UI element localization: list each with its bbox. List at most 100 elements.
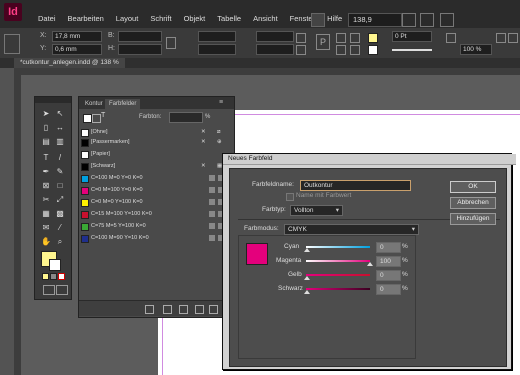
select-content-icon[interactable] [336,45,346,55]
select-container-icon[interactable] [336,33,346,43]
swatch-row[interactable]: C=0 M=0 Y=100 K=0 [81,197,231,207]
dialog-title[interactable]: Neues Farbfeld [223,154,516,165]
normal-view-icon[interactable] [43,285,55,295]
color-mode-select[interactable]: CMYK ▾ [284,224,419,235]
tone-field[interactable] [169,112,203,123]
x-field[interactable]: 17,8 mm [52,31,102,42]
pencil-tool-icon[interactable]: ✎ [55,167,65,177]
stroke-type-preview[interactable] [392,49,432,51]
menu-hilfe[interactable]: Hilfe [327,14,342,23]
apply-none-icon[interactable] [58,273,65,280]
show-color-swatches-icon[interactable] [163,305,172,314]
preview-mode-icon[interactable] [56,285,68,295]
swatch-row[interactable]: C=100 M=90 Y=10 K=0 [81,233,231,243]
note-tool-icon[interactable]: ✉ [41,223,51,233]
swatch-row[interactable]: [Schwarz] ✕ ▦ [81,161,231,171]
content-collector-icon[interactable]: ▤ [41,137,51,147]
gradient-tool-icon[interactable]: ▦ [41,209,51,219]
scale-y-field[interactable] [198,44,236,55]
scale-x-field[interactable] [198,31,236,42]
black-value[interactable]: 0 [376,284,401,295]
menu-datei[interactable]: Datei [38,14,56,23]
w-field[interactable] [118,31,162,42]
swatch-row[interactable]: [Ohne] ✕ ⧄ [81,127,231,137]
cyan-slider-thumb[interactable] [304,248,310,252]
magenta-slider-thumb[interactable] [367,262,373,266]
eyedropper-tool-icon[interactable]: ⁄ [55,223,65,233]
yellow-slider-thumb[interactable] [304,276,310,280]
swatch-name-input[interactable]: Outkontur [300,180,411,191]
flip-icon[interactable] [296,45,306,55]
yellow-slider[interactable] [306,274,370,276]
add-button[interactable]: Hinzufügen [450,213,496,225]
yellow-value[interactable]: 0 [376,270,401,281]
direct-selection-tool-icon[interactable]: ↖ [55,109,65,119]
fitting-icon[interactable] [496,33,506,43]
arrange-documents-icon[interactable] [440,13,454,27]
swatch-row[interactable]: C=100 M=0 Y=0 K=0 [81,173,231,183]
line-tool-icon[interactable]: / [55,153,65,163]
menu-tabelle[interactable]: Tabelle [217,14,241,23]
fill-stroke-icon[interactable] [83,114,92,123]
black-slider[interactable] [306,288,370,290]
panel-menu-icon[interactable]: ≡ [219,99,223,106]
free-transform-tool-icon[interactable]: ⤢ [55,195,65,205]
ok-button[interactable]: OK [450,181,496,193]
apply-gradient-icon[interactable] [50,273,57,280]
stroke-color-swatch[interactable] [49,259,61,271]
menu-layout[interactable]: Layout [116,14,139,23]
cyan-slider[interactable] [306,246,370,248]
rectangle-frame-tool-icon[interactable]: ⊠ [41,181,51,191]
formatting-text-icon[interactable]: T [101,112,105,119]
select-previous-icon[interactable] [350,33,360,43]
stroke-weight-field[interactable]: 0 Pt [392,31,432,42]
formatting-container-icon[interactable] [92,114,101,123]
rotation-field[interactable] [256,31,294,42]
fill-swatch[interactable] [368,33,378,43]
menu-objekt[interactable]: Objekt [184,14,206,23]
swatch-row[interactable]: C=75 M=5 Y=100 K=0 [81,221,231,231]
opacity-field[interactable]: 100 % [460,44,492,55]
h-field[interactable] [118,44,162,55]
type-tool-icon[interactable]: T [41,153,51,163]
select-next-icon[interactable] [350,45,360,55]
black-slider-thumb[interactable] [304,290,310,294]
screen-mode-icon[interactable] [420,13,434,27]
swatch-row[interactable]: C=0 M=100 Y=0 K=0 [81,185,231,195]
new-swatch-group-icon[interactable] [195,305,204,314]
hand-tool-icon[interactable]: ✋ [41,237,51,247]
apply-color-icon[interactable] [42,273,49,280]
name-with-value-checkbox[interactable] [286,193,294,201]
cyan-value[interactable]: 0 [376,242,401,253]
show-all-swatches-icon[interactable] [145,305,154,314]
magenta-value[interactable]: 100 [376,256,401,267]
selection-tool-icon[interactable]: ➤ [41,109,51,119]
swatch-row[interactable]: C=15 M=100 Y=100 K=0 [81,209,231,219]
color-type-select[interactable]: Vollton ▾ [290,205,343,216]
cancel-button[interactable]: Abbrechen [450,197,496,209]
constrain-proportions-icon[interactable] [166,37,176,49]
document-tab[interactable]: *cutkontur_anlegen.indd @ 138 % [14,58,125,68]
rectangle-tool-icon[interactable]: □ [55,181,65,191]
paragraph-icon[interactable]: P [316,34,330,50]
magenta-slider[interactable] [306,260,370,262]
swatch-row[interactable]: [Papier] [81,149,231,159]
menu-schrift[interactable]: Schrift [150,14,171,23]
show-gradient-swatches-icon[interactable] [179,305,188,314]
bridge-icon[interactable] [311,13,325,27]
shear-field[interactable] [256,44,294,55]
zoom-tool-icon[interactable]: ⌕ [55,237,65,247]
menu-bearbeiten[interactable]: Bearbeiten [68,14,104,23]
menu-ansicht[interactable]: Ansicht [253,14,278,23]
y-field[interactable]: 0,6 mm [52,44,102,55]
gap-tool-icon[interactable]: ↔ [55,123,65,133]
effects-icon[interactable] [446,33,456,43]
panel-menu-icon[interactable] [508,33,518,43]
tools-panel-header[interactable] [35,97,71,103]
zoom-field[interactable]: 138,9 [348,13,402,27]
reference-point-icon[interactable] [4,34,20,54]
tab-farbfelder[interactable]: Farbfelder [105,99,141,109]
stroke-swatch[interactable] [368,45,378,55]
pen-tool-icon[interactable]: ✒ [41,167,51,177]
swatch-row[interactable]: [Passermarken] ✕ ⊕ [81,137,231,147]
